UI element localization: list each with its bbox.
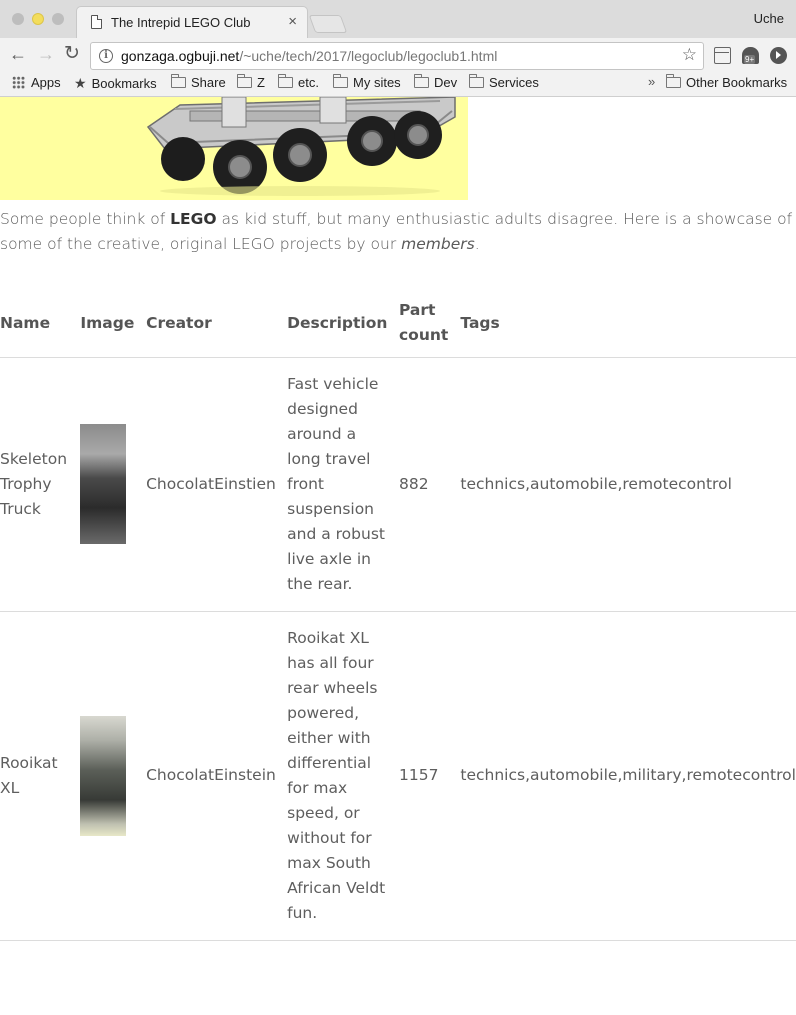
url-path: /~uche/tech/2017/legoclub/legoclub1.html [239,48,498,64]
folder-icon [333,74,348,88]
column-header-name[interactable]: Name [0,290,81,358]
cell-name: Rooikat XL [0,611,81,941]
bookmark-label: Bookmarks [91,76,157,91]
info-icon[interactable]: i [99,49,113,63]
new-tab-button[interactable] [308,15,348,33]
browser-tab-active[interactable]: The Intrepid LEGO Club × [76,6,308,38]
bookmark-label: Apps [31,75,61,90]
bookmark-folder-other[interactable]: Other Bookmarks [666,74,788,90]
bookmark-folder-dev[interactable]: Dev [414,74,458,90]
bookmark-folder-services[interactable]: Services [469,74,539,90]
column-header-part-count[interactable]: Part count [398,290,461,358]
table-row: Rooikat XL ChocolatEinstein Rooikat XL h… [0,611,796,941]
cell-creator: ChocolatEinstien [146,357,288,612]
extension-badge-icon[interactable]: 9+ [742,47,759,64]
cell-tags: technics,automobile,military,remotecontr… [460,611,796,941]
bookmarks-overflow-icon[interactable]: » [648,74,655,89]
apps-grid-icon [12,76,25,89]
window-minimize-button[interactable] [32,13,44,25]
page-icon [91,15,102,29]
column-header-creator[interactable]: Creator [146,290,288,358]
intro-paragraph: Some people think of LEGO as kid stuff, … [0,207,796,257]
page-content: Some people think of LEGO as kid stuff, … [0,97,796,1015]
intro-text: . [474,235,480,253]
star-icon: ★ [74,75,87,91]
browser-chrome: The Intrepid LEGO Club × Uche ← → ↻ i go… [0,0,796,97]
window-close-button[interactable] [12,13,24,25]
table-header-row: Name Image Creator Description Part coun… [0,290,796,358]
folder-icon [171,74,186,88]
tab-strip: The Intrepid LEGO Club × Uche [0,0,796,38]
toolbar: ← → ↻ i gonzaga.ogbuji.net/~uche/tech/20… [0,38,796,72]
intro-emphasis-members: members [401,235,475,253]
cell-description: Fast vehicle designed around a long trav… [287,357,399,612]
cell-creator: ChocolatEinstein [146,611,288,941]
bookmark-label: Other Bookmarks [686,75,788,90]
tab-close-icon[interactable]: × [288,13,297,30]
cast-extension-icon[interactable] [714,47,731,64]
table-row: Skeleton Trophy Truck ChocolatEinstien F… [0,357,796,612]
bookmark-folder-z[interactable]: Z [237,74,265,90]
intro-text: Some people think of [0,210,171,228]
folder-icon [469,74,484,88]
cell-part-count: 1157 [398,611,461,941]
extension-badge-count: 9+ [744,55,756,64]
bookmark-star-icon[interactable]: ☆ [682,45,697,65]
column-header-image[interactable]: Image [80,290,147,358]
bookmarks-bar: Apps ★ Bookmarks Share Z etc. My sites De… [0,72,796,96]
bookmark-apps[interactable]: Apps [12,75,61,90]
bookmark-label: etc. [298,75,319,90]
hero-banner-image [0,97,468,200]
intro-bold-lego: LEGO [170,210,217,228]
folder-icon [666,74,681,88]
bookmark-label: Dev [434,75,458,90]
url-text[interactable]: gonzaga.ogbuji.net/~uche/tech/2017/legoc… [121,48,497,64]
bookmark-label: Services [489,75,539,90]
folder-icon [414,74,429,88]
bookmark-folder-share[interactable]: Share [171,74,226,90]
folder-icon [278,74,293,88]
window-maximize-button[interactable] [52,13,64,25]
bookmark-label: Share [191,75,226,90]
folder-icon [237,74,252,88]
cell-tags: technics,automobile,remotecontrol [460,357,796,612]
bookmark-bookmarks[interactable]: ★ Bookmarks [74,75,157,92]
bookmark-folder-my-sites[interactable]: My sites [333,74,401,90]
back-arrow-icon[interactable]: ← [9,44,27,64]
address-bar[interactable]: i gonzaga.ogbuji.net/~uche/tech/2017/leg… [90,42,704,70]
cell-image [80,611,147,941]
extension-play-icon[interactable] [770,47,787,64]
column-header-description[interactable]: Description [287,290,399,358]
lego-truck-illustration [0,97,468,200]
cell-image [80,357,147,612]
forward-arrow-icon[interactable]: → [37,44,55,64]
bookmark-label: My sites [353,75,401,90]
profile-name[interactable]: Uche [754,11,784,26]
reload-icon[interactable]: ↻ [64,44,80,64]
cell-part-count: 882 [398,357,461,612]
project-thumbnail-image[interactable] [80,715,127,836]
tab-title: The Intrepid LEGO Club [111,15,251,30]
bookmark-folder-etc[interactable]: etc. [278,74,319,90]
cell-description: Rooikat XL has all four rear wheels powe… [287,611,399,941]
cell-name: Skeleton Trophy Truck [0,357,81,612]
url-host: gonzaga.ogbuji.net [121,48,240,64]
projects-table: Name Image Creator Description Part coun… [0,290,796,941]
bookmark-label: Z [257,75,265,90]
column-header-tags[interactable]: Tags [460,290,796,358]
project-thumbnail-image[interactable] [80,424,127,544]
